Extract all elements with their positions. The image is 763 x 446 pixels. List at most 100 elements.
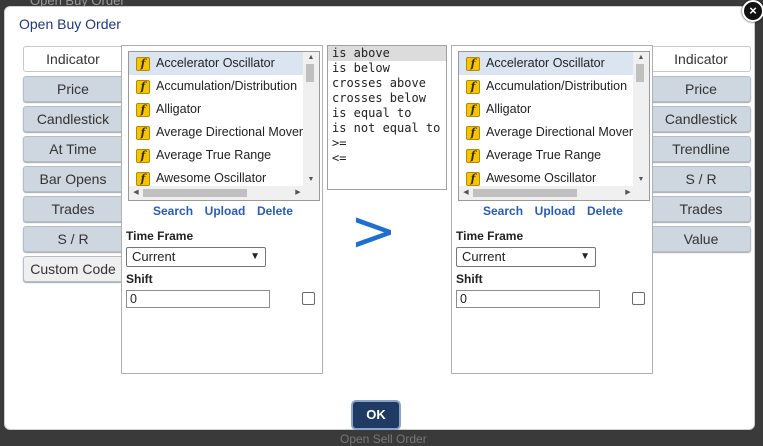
left-tab-custom-code[interactable]: Custom Code: [23, 256, 123, 282]
right-indicator-panel: f Accelerator Oscillator f Accumulation/Dis…: [451, 45, 653, 374]
left-time-frame-select[interactable]: Current ▼: [126, 247, 266, 267]
function-icon: f: [136, 148, 150, 163]
right-condition-tabs: Indicator Price Candlestick Trendline S / R T…: [651, 46, 751, 256]
left-indicator-list[interactable]: f Accelerator Oscillator f Accumulation/Dis…: [128, 51, 320, 201]
left-tab-at-time[interactable]: At Time: [23, 136, 123, 162]
left-time-frame-value: Current: [132, 249, 176, 264]
scroll-down-arrow-icon[interactable]: ▼: [303, 174, 319, 186]
function-icon: f: [466, 171, 480, 186]
function-icon: f: [136, 171, 150, 186]
left-tab-price[interactable]: Price: [23, 76, 123, 102]
indicator-label: Average True Range: [156, 148, 272, 162]
indicator-label: Awesome Oscillator: [486, 171, 597, 185]
right-tab-indicator[interactable]: Indicator: [651, 46, 751, 72]
scroll-up-arrow-icon[interactable]: ▲: [633, 52, 649, 64]
scroll-down-arrow-icon[interactable]: ▼: [633, 174, 649, 186]
left-upload-link[interactable]: Upload: [205, 204, 246, 218]
operator-option[interactable]: <=: [328, 151, 446, 166]
indicator-label: Alligator: [156, 102, 202, 116]
list-item[interactable]: f Alligator: [129, 98, 305, 121]
right-upload-link[interactable]: Upload: [535, 204, 576, 218]
indicator-label: Accelerator Oscillator: [486, 56, 605, 70]
left-list-hscrollbar[interactable]: ◀ ▶: [129, 186, 305, 200]
right-time-frame-select[interactable]: Current ▼: [456, 247, 596, 267]
scroll-left-arrow-icon[interactable]: ◀: [129, 186, 143, 200]
left-search-link[interactable]: Search: [153, 204, 193, 218]
left-tab-bar-opens[interactable]: Bar Opens: [23, 166, 123, 192]
function-icon: f: [466, 79, 480, 94]
right-search-link[interactable]: Search: [483, 204, 523, 218]
operator-option[interactable]: >=: [328, 136, 446, 151]
operator-option[interactable]: crosses below: [328, 91, 446, 106]
right-list-vscrollbar[interactable]: ▲ ▼: [633, 52, 649, 186]
operator-option[interactable]: is not equal to: [328, 121, 446, 136]
operator-option[interactable]: is above: [328, 46, 446, 61]
indicator-label: Average Directional Moven: [156, 125, 305, 139]
list-item[interactable]: f Awesome Oscillator: [459, 167, 635, 186]
list-item[interactable]: f Awesome Oscillator: [129, 167, 305, 186]
operator-option[interactable]: is equal to: [328, 106, 446, 121]
close-icon[interactable]: ×: [742, 0, 763, 22]
indicator-label: Average True Range: [486, 148, 602, 162]
operator-option[interactable]: crosses above: [328, 76, 446, 91]
right-shift-label: Shift: [456, 272, 483, 286]
left-list-actions: Search Upload Delete: [122, 203, 324, 218]
indicator-label: Alligator: [486, 102, 532, 116]
function-icon: f: [466, 102, 480, 117]
scroll-thumb[interactable]: [143, 189, 247, 197]
right-tab-trades[interactable]: Trades: [651, 196, 751, 222]
right-tab-candlestick[interactable]: Candlestick: [651, 106, 751, 132]
left-list-vscrollbar[interactable]: ▲ ▼: [303, 52, 319, 186]
indicator-label: Average Directional Moven: [486, 125, 635, 139]
operator-list[interactable]: is above is below crosses above crosses bel…: [327, 45, 447, 190]
chevron-down-icon: ▼: [250, 251, 260, 262]
list-item[interactable]: f Accelerator Oscillator: [459, 52, 635, 75]
right-time-frame-label: Time Frame: [456, 229, 524, 243]
scroll-thumb[interactable]: [306, 64, 314, 82]
list-item[interactable]: f Accelerator Oscillator: [129, 52, 305, 75]
function-icon: f: [136, 56, 150, 71]
list-item[interactable]: f Average Directional Moven: [129, 121, 305, 144]
right-checkbox[interactable]: [632, 292, 645, 305]
list-item[interactable]: f Average Directional Moven: [459, 121, 635, 144]
left-checkbox[interactable]: [302, 292, 315, 305]
list-item[interactable]: f Average True Range: [459, 144, 635, 167]
right-tab-trendline[interactable]: Trendline: [651, 136, 751, 162]
right-tab-value[interactable]: Value: [651, 226, 751, 252]
scroll-thumb[interactable]: [473, 189, 577, 197]
left-shift-label: Shift: [126, 272, 153, 286]
left-shift-input[interactable]: 0: [126, 290, 270, 308]
function-icon: f: [466, 148, 480, 163]
indicator-label: Accumulation/Distribution: [156, 79, 298, 93]
left-tab-trades[interactable]: Trades: [23, 196, 123, 222]
list-item[interactable]: f Average True Range: [129, 144, 305, 167]
left-indicator-panel: f Accelerator Oscillator f Accumulation/Dis…: [121, 45, 323, 374]
left-tab-indicator[interactable]: Indicator: [23, 46, 123, 72]
right-tab-price[interactable]: Price: [651, 76, 751, 102]
list-item[interactable]: f Alligator: [459, 98, 635, 121]
scroll-thumb[interactable]: [636, 64, 644, 82]
left-tab-s-r[interactable]: S / R: [23, 226, 123, 252]
right-list-hscrollbar[interactable]: ◀ ▶: [459, 186, 635, 200]
list-item[interactable]: f Accumulation/Distribution: [129, 75, 305, 98]
scroll-corner: [633, 186, 649, 200]
right-indicator-list[interactable]: f Accelerator Oscillator f Accumulation/Dis…: [458, 51, 650, 201]
left-time-frame-label: Time Frame: [126, 229, 194, 243]
function-icon: f: [136, 125, 150, 140]
scroll-corner: [303, 186, 319, 200]
left-delete-link[interactable]: Delete: [257, 204, 293, 218]
left-condition-tabs: Indicator Price Candlestick At Time Bar Open…: [23, 46, 123, 286]
scroll-left-arrow-icon[interactable]: ◀: [459, 186, 473, 200]
scroll-up-arrow-icon[interactable]: ▲: [303, 52, 319, 64]
right-tab-s-r[interactable]: S / R: [651, 166, 751, 192]
indicator-label: Accelerator Oscillator: [156, 56, 275, 70]
open-buy-order-dialog: Open Buy Order Indicator Price Candlestick…: [4, 6, 755, 430]
right-time-frame-value: Current: [462, 249, 506, 264]
function-icon: f: [136, 102, 150, 117]
right-shift-input[interactable]: 0: [456, 290, 600, 308]
ok-button[interactable]: OK: [353, 402, 399, 428]
operator-option[interactable]: is below: [328, 61, 446, 76]
left-tab-candlestick[interactable]: Candlestick: [23, 106, 123, 132]
list-item[interactable]: f Accumulation/Distribution: [459, 75, 635, 98]
right-delete-link[interactable]: Delete: [587, 204, 623, 218]
